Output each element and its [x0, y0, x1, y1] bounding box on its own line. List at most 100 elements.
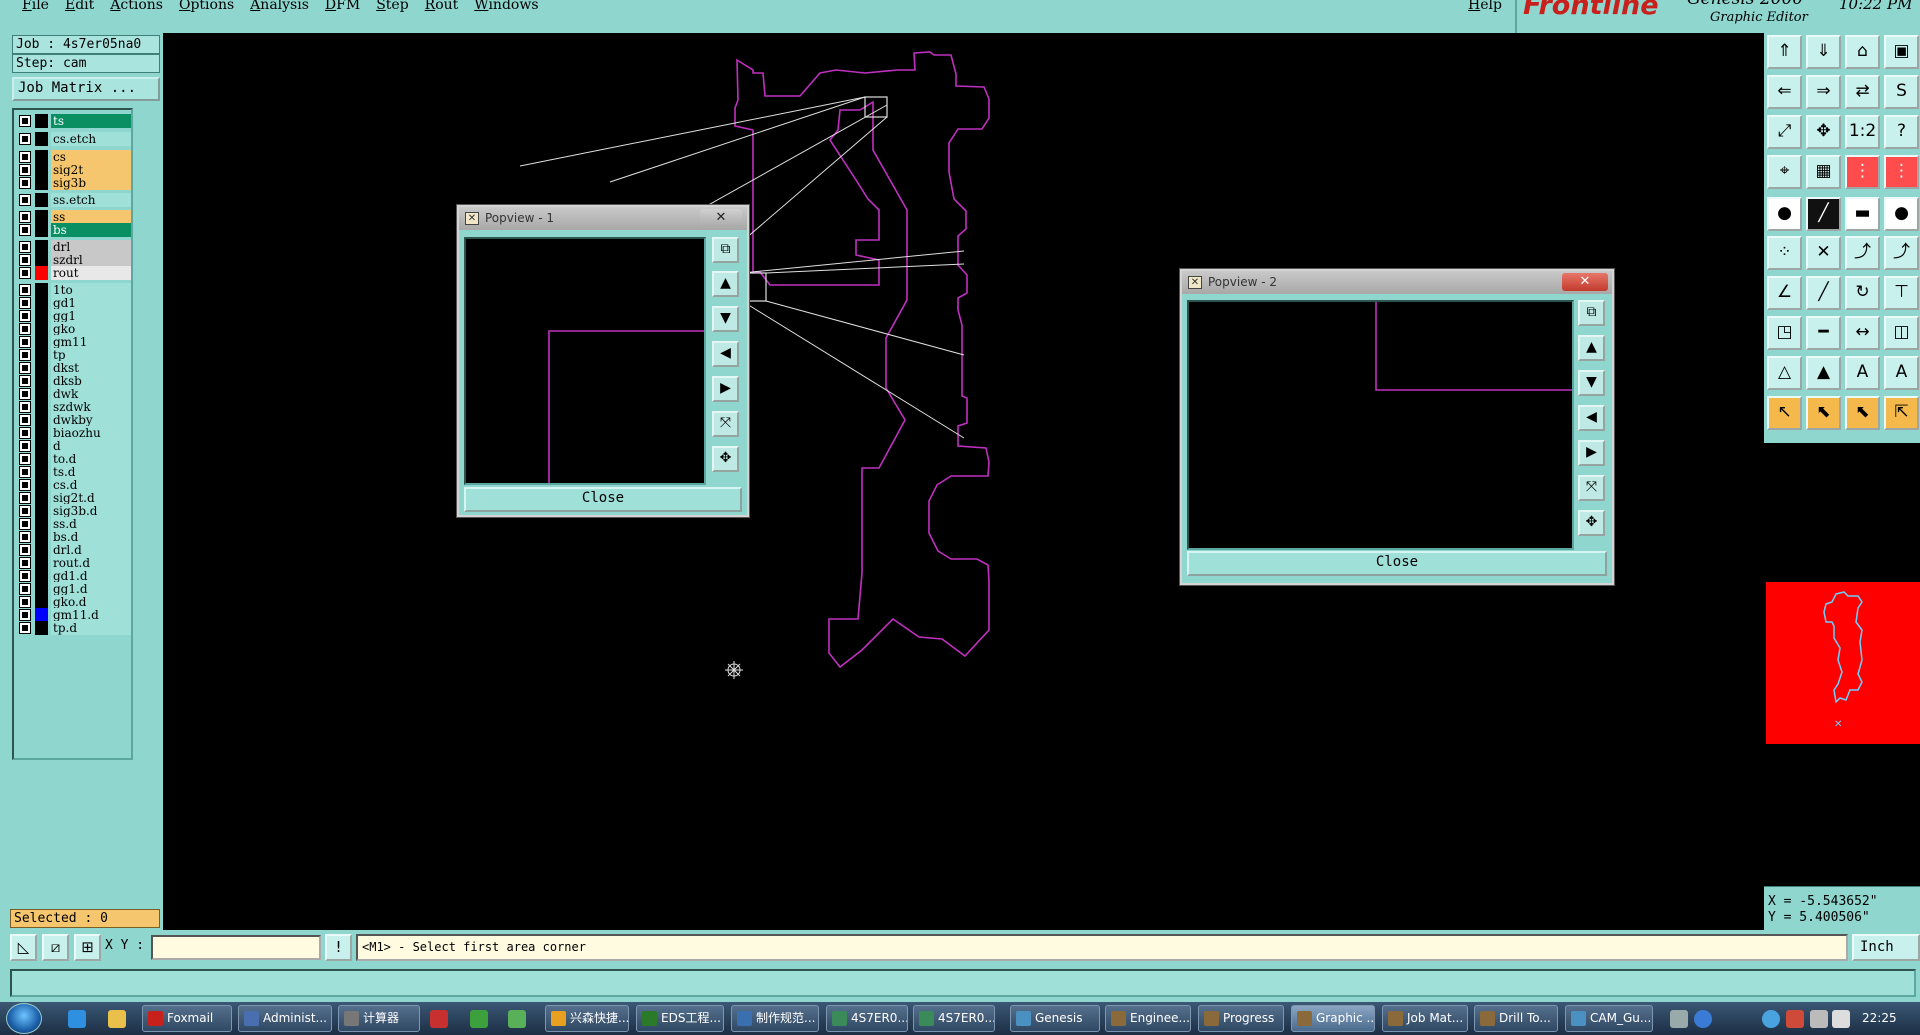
layer-row[interactable]: ✐cs: [17, 150, 131, 164]
layer-checkbox[interactable]: [19, 211, 31, 223]
layer-row[interactable]: tp.d: [17, 621, 131, 635]
ruler-icon[interactable]: ▬: [1845, 197, 1880, 231]
taskbar-button[interactable]: 4S7ER0...: [826, 1005, 908, 1032]
layer-name[interactable]: to.d: [51, 452, 131, 466]
layer-color-swatch[interactable]: [35, 387, 48, 401]
measure-icon[interactable]: ⌖: [1767, 155, 1802, 189]
zoom-window-icon[interactable]: ✥: [1578, 510, 1605, 536]
delete-icon[interactable]: ✕: [1806, 236, 1841, 270]
layer-checkbox[interactable]: [19, 310, 31, 322]
layer-color-swatch[interactable]: [35, 296, 48, 310]
layer-row[interactable]: ✐ss: [17, 210, 131, 224]
grid-mode-icon[interactable]: ⊞: [74, 934, 101, 961]
monitor-icon[interactable]: [1810, 1010, 1828, 1028]
xy-input[interactable]: [151, 935, 321, 960]
taskbar-button[interactable]: Graphic ...: [1291, 1005, 1375, 1032]
line-add-icon[interactable]: ╱: [1806, 197, 1841, 231]
layer-checkbox[interactable]: [19, 570, 31, 582]
layer-name[interactable]: gg1: [51, 309, 131, 323]
menu-actions[interactable]: Actions: [110, 0, 163, 13]
taskbar-button[interactable]: Enginee...: [1105, 1005, 1191, 1032]
grid-icon[interactable]: ▦: [1806, 155, 1841, 189]
layer-checkbox[interactable]: [19, 401, 31, 413]
layer-color-swatch[interactable]: [35, 210, 48, 224]
s-curve-icon[interactable]: S: [1884, 75, 1919, 109]
layer-color-swatch[interactable]: [35, 283, 48, 297]
layer-checkbox[interactable]: [19, 531, 31, 543]
layer-color-swatch[interactable]: [35, 530, 48, 544]
layer-checkbox[interactable]: [19, 349, 31, 361]
layer-color-swatch[interactable]: [35, 335, 48, 349]
layer-row[interactable]: ✐gd1.d: [17, 569, 131, 583]
app-launch-icon[interactable]: [470, 1010, 488, 1028]
layer-checkbox[interactable]: [19, 241, 31, 253]
pan-down-icon[interactable]: ▼: [1578, 370, 1605, 396]
taskbar-button[interactable]: 计算器: [338, 1005, 420, 1032]
flag-icon[interactable]: [1786, 1010, 1804, 1028]
layer-checkbox[interactable]: [19, 479, 31, 491]
layer-row[interactable]: ✐ss.d: [17, 517, 131, 531]
layer-name[interactable]: gd1.d: [51, 569, 131, 583]
line-points-icon[interactable]: ⤴: [1845, 236, 1880, 270]
zoom-home-icon[interactable]: ⧉: [712, 237, 739, 263]
menu-windows[interactable]: Windows: [474, 0, 538, 13]
select-move-icon[interactable]: ⬉: [1845, 396, 1880, 430]
dimension-icon[interactable]: ↔: [1845, 316, 1880, 350]
line-mode-icon[interactable]: ⧄: [42, 934, 69, 961]
layer-color-swatch[interactable]: [35, 504, 48, 518]
snap-red-icon[interactable]: ⋮: [1845, 155, 1880, 189]
mirror-icon[interactable]: ⇄: [1845, 75, 1880, 109]
layer-checkbox[interactable]: [19, 336, 31, 348]
layer-name[interactable]: ss.d: [51, 517, 131, 531]
move-up-icon[interactable]: ⇑: [1767, 35, 1802, 69]
window-fit-icon[interactable]: ▣: [1884, 35, 1919, 69]
layer-name[interactable]: dksb: [51, 374, 131, 388]
popview-2-viewport[interactable]: [1187, 300, 1574, 550]
layer-name[interactable]: gm11: [51, 335, 131, 349]
layer-checkbox[interactable]: [19, 194, 31, 206]
layer-checkbox[interactable]: [19, 414, 31, 426]
layer-color-swatch[interactable]: [35, 413, 48, 427]
pan-up-icon[interactable]: ▲: [1578, 335, 1605, 361]
taskbar-button[interactable]: EDS工程...: [636, 1005, 724, 1032]
taskbar-button[interactable]: Job Mat...: [1382, 1005, 1468, 1032]
copy-shape-icon[interactable]: ◫: [1884, 316, 1919, 350]
layer-checkbox[interactable]: [19, 164, 31, 176]
layer-color-swatch[interactable]: [35, 595, 48, 609]
triangle-icon[interactable]: △: [1767, 356, 1802, 390]
taskbar-button[interactable]: Genesis: [1010, 1005, 1100, 1032]
select-arrow-icon[interactable]: ↖: [1767, 396, 1802, 430]
layer-checkbox[interactable]: [19, 133, 31, 145]
volume-icon[interactable]: [1832, 1010, 1850, 1028]
layer-row[interactable]: dkst: [17, 361, 131, 375]
layer-checkbox[interactable]: [19, 177, 31, 189]
layer-name[interactable]: ts: [51, 114, 131, 128]
slash-icon[interactable]: ╱: [1806, 276, 1841, 310]
layer-color-swatch[interactable]: [35, 374, 48, 388]
layer-name[interactable]: sig3b.d: [51, 504, 131, 518]
layer-color-swatch[interactable]: [35, 439, 48, 453]
menu-dfm[interactable]: DFM: [325, 0, 360, 13]
layer-row[interactable]: d: [17, 439, 131, 453]
layer-row[interactable]: szdwk: [17, 400, 131, 414]
start-button-icon[interactable]: [6, 1003, 42, 1034]
zoom-home-icon[interactable]: ⧉: [1578, 300, 1605, 326]
taskbar-button[interactable]: 4S7ER0...: [913, 1005, 995, 1032]
popview-1-viewport[interactable]: [464, 237, 706, 485]
layer-row[interactable]: cs.etch: [17, 132, 131, 146]
layer-color-swatch[interactable]: [35, 517, 48, 531]
menu-file[interactable]: File: [22, 0, 49, 13]
layer-row[interactable]: ✐cs.d: [17, 478, 131, 492]
layer-name[interactable]: rout.d: [51, 556, 131, 570]
layer-name[interactable]: gko.d: [51, 595, 131, 609]
layer-row[interactable]: tp: [17, 348, 131, 362]
layer-name[interactable]: gm11.d: [51, 608, 131, 622]
triangle-fill-icon[interactable]: ▲: [1806, 356, 1841, 390]
dot-icon[interactable]: ●: [1884, 197, 1919, 231]
layer-row[interactable]: ts.d: [17, 465, 131, 479]
layer-checkbox[interactable]: [19, 115, 31, 127]
close-icon[interactable]: ✕: [1562, 273, 1608, 291]
menu-step[interactable]: Step: [376, 0, 408, 13]
layer-name[interactable]: tp.d: [51, 621, 131, 635]
popview-1-window[interactable]: ✕ Popview - 1 ✕ ⧉ ▲ ▼ ◀ ▶ ⤧ ✥ Close: [457, 205, 749, 517]
